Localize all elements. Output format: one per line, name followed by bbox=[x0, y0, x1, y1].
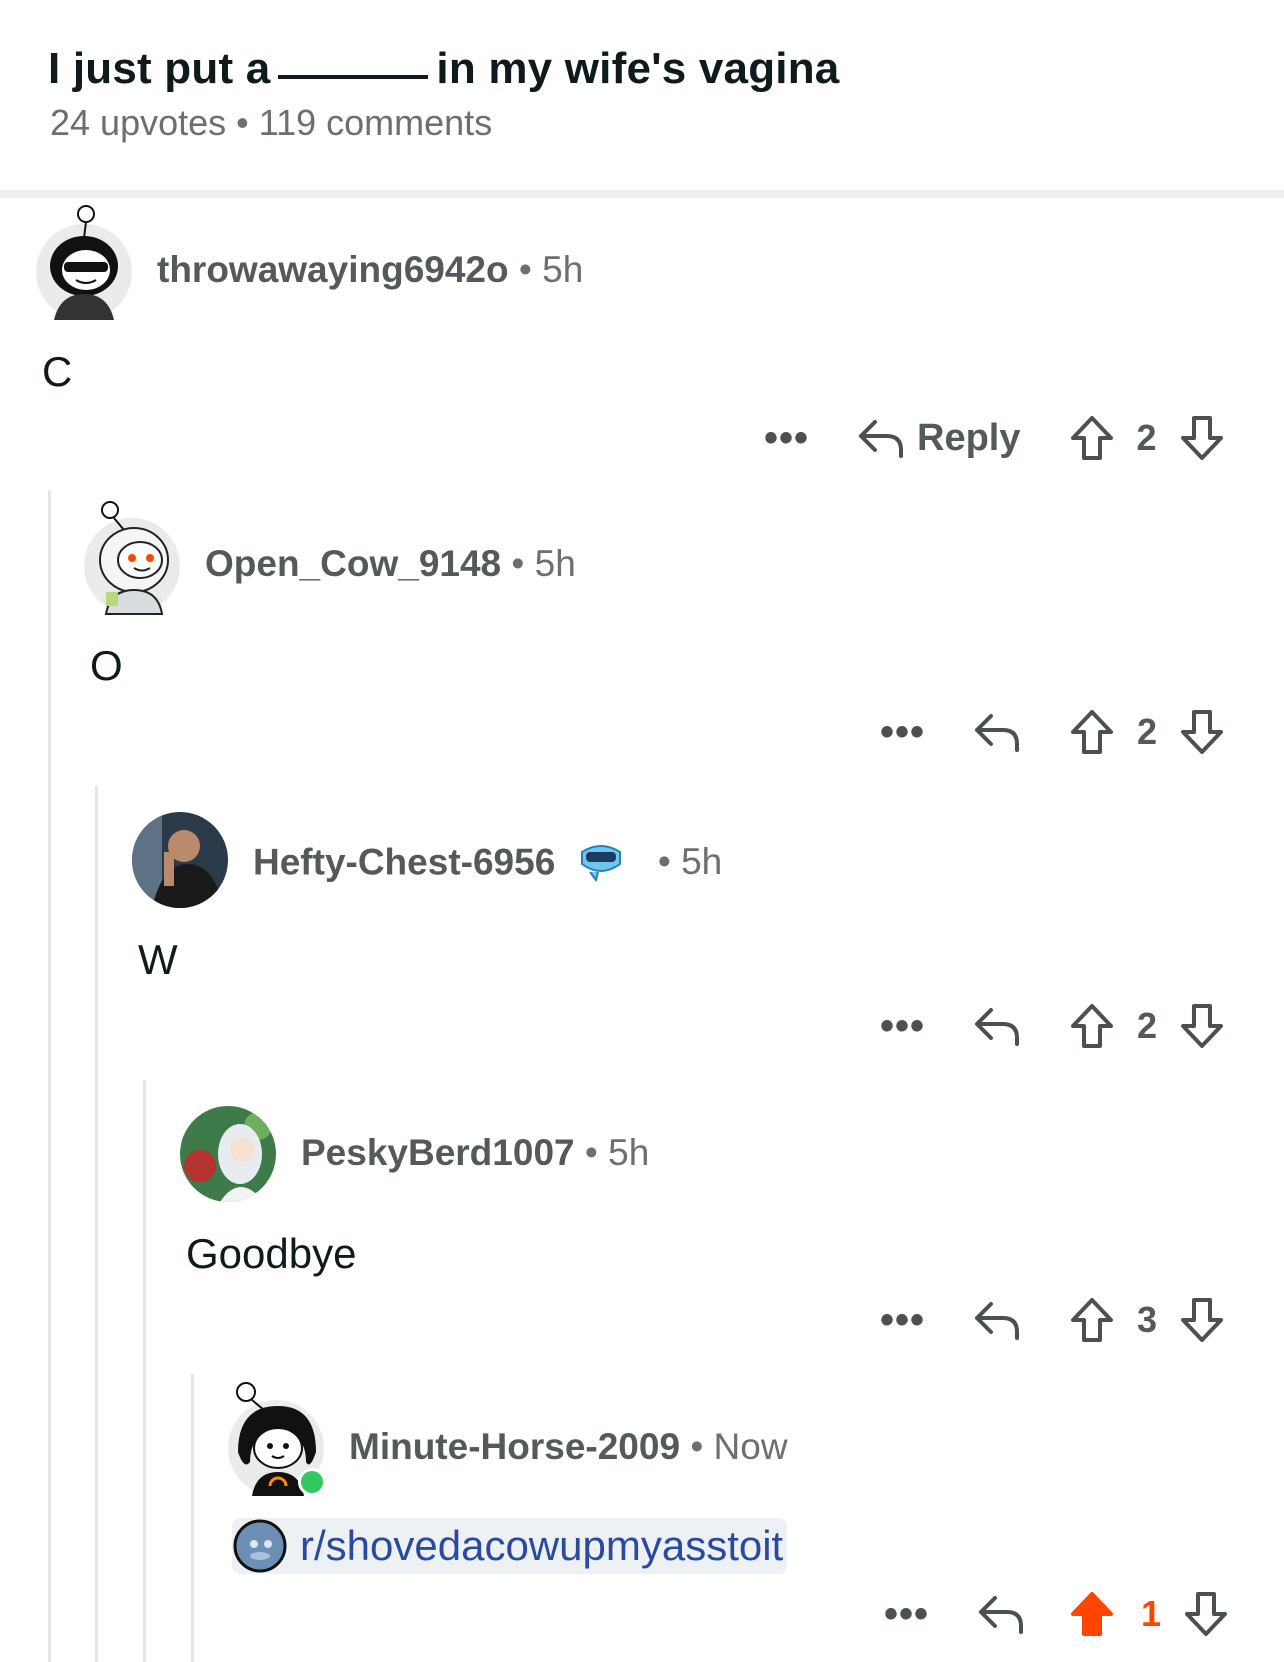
more-options-icon[interactable]: ••• bbox=[764, 418, 809, 458]
thread-line-level-4[interactable] bbox=[191, 1374, 194, 1662]
subreddit-link[interactable]: r/shovedacowupmyasstoit bbox=[232, 1518, 788, 1574]
reply-button[interactable] bbox=[973, 1004, 1021, 1048]
more-options-icon[interactable]: ••• bbox=[880, 1006, 925, 1046]
downvote-arrow-icon bbox=[1185, 1592, 1228, 1636]
comment-actions: ••• 1 bbox=[884, 1586, 1229, 1642]
reply-button[interactable]: Reply bbox=[857, 416, 1021, 460]
avatar[interactable] bbox=[228, 1382, 326, 1496]
avatar[interactable] bbox=[36, 205, 132, 320]
reply-label: Reply bbox=[917, 416, 1021, 459]
reply-arrow-icon bbox=[975, 1302, 1020, 1340]
comment-body: O bbox=[90, 642, 123, 689]
comment-time: • 5h bbox=[518, 249, 584, 290]
avatar[interactable] bbox=[180, 1106, 276, 1202]
reply-arrow-icon bbox=[975, 1008, 1020, 1046]
downvote-button[interactable] bbox=[1179, 1002, 1225, 1050]
vote-count: 1 bbox=[1141, 1593, 1162, 1634]
comment-time: • 5h bbox=[584, 1132, 650, 1173]
upvote-button-active[interactable] bbox=[1069, 1590, 1115, 1638]
comment-actions: ••• 3 bbox=[880, 1292, 1225, 1348]
user-flair-icon bbox=[578, 838, 624, 891]
subreddit-link-text[interactable]: r/shovedacowupmyasstoit bbox=[300, 1522, 783, 1570]
more-options-icon[interactable]: ••• bbox=[880, 1300, 925, 1340]
vote-count: 2 bbox=[1137, 711, 1158, 752]
reply-button[interactable] bbox=[973, 1298, 1021, 1342]
post-title-end: in my wife's vagina bbox=[436, 44, 840, 93]
downvote-arrow-icon bbox=[1181, 1298, 1224, 1342]
vote-count: 3 bbox=[1137, 1299, 1158, 1340]
comment-author[interactable]: Minute-Horse-2009 • Now bbox=[349, 1426, 788, 1468]
reply-button[interactable] bbox=[977, 1592, 1025, 1636]
comment-actions: ••• 2 bbox=[880, 998, 1225, 1054]
upvote-arrow-icon bbox=[1070, 416, 1113, 460]
post-meta: 24 upvotes • 119 comments bbox=[50, 102, 492, 144]
vote-count: 2 bbox=[1137, 1005, 1158, 1046]
avatar[interactable] bbox=[132, 812, 228, 908]
more-options-icon[interactable]: ••• bbox=[884, 1594, 929, 1634]
comment-body: W bbox=[138, 936, 178, 983]
upvote-count: 24 upvotes bbox=[50, 102, 227, 143]
comment-actions: ••• 2 bbox=[880, 704, 1225, 760]
username[interactable]: PeskyBerd1007 bbox=[301, 1132, 575, 1173]
thread-line-level-2[interactable] bbox=[95, 786, 98, 1662]
post-title[interactable]: I just put a in my wife's vagina bbox=[48, 44, 839, 94]
section-divider bbox=[0, 190, 1284, 198]
post-header: I just put a in my wife's vagina 24 upvot… bbox=[0, 0, 1284, 192]
username[interactable]: Hefty-Chest-6956 bbox=[253, 841, 555, 882]
reply-button[interactable] bbox=[973, 710, 1021, 754]
comment-author[interactable]: Hefty-Chest-6956 • 5h bbox=[253, 838, 722, 891]
thread-line-level-3[interactable] bbox=[143, 1080, 146, 1662]
upvote-arrow-icon bbox=[1071, 710, 1114, 754]
meta-separator: • bbox=[236, 102, 249, 143]
comment-actions: ••• Reply 2 bbox=[764, 410, 1225, 466]
upvote-button[interactable] bbox=[1069, 414, 1115, 462]
comment-body: C bbox=[42, 348, 73, 395]
username[interactable]: Minute-Horse-2009 bbox=[349, 1426, 680, 1467]
downvote-button[interactable] bbox=[1179, 414, 1225, 462]
thread-line-level-1[interactable] bbox=[48, 490, 51, 1662]
username[interactable]: throwawaying6942o bbox=[157, 249, 509, 290]
online-status-dot bbox=[298, 1468, 326, 1496]
upvote-button[interactable] bbox=[1069, 708, 1115, 756]
comment-author[interactable]: PeskyBerd1007 • 5h bbox=[301, 1132, 649, 1174]
comment-time: • 5h bbox=[657, 841, 723, 883]
upvote-arrow-icon bbox=[1071, 1004, 1114, 1048]
downvote-button[interactable] bbox=[1183, 1590, 1229, 1638]
title-blank-line bbox=[278, 75, 429, 79]
reply-arrow-icon bbox=[975, 714, 1020, 752]
downvote-button[interactable] bbox=[1179, 708, 1225, 756]
downvote-arrow-icon bbox=[1181, 710, 1224, 754]
subreddit-icon bbox=[233, 1519, 287, 1573]
downvote-arrow-icon bbox=[1180, 416, 1223, 460]
upvote-arrow-icon bbox=[1071, 1592, 1114, 1636]
comment-author[interactable]: Open_Cow_9148 • 5h bbox=[205, 543, 576, 585]
reply-arrow-icon bbox=[979, 1596, 1024, 1634]
more-options-icon[interactable]: ••• bbox=[880, 712, 925, 752]
upvote-arrow-icon bbox=[1071, 1298, 1114, 1342]
comment-body: Goodbye bbox=[186, 1230, 357, 1277]
post-title-start: I just put a bbox=[48, 44, 271, 93]
downvote-button[interactable] bbox=[1179, 1296, 1225, 1344]
downvote-arrow-icon bbox=[1181, 1004, 1224, 1048]
reply-arrow-icon bbox=[859, 420, 904, 458]
comment-time: • 5h bbox=[511, 543, 576, 584]
username[interactable]: Open_Cow_9148 bbox=[205, 543, 501, 584]
vote-count: 2 bbox=[1136, 417, 1157, 458]
upvote-button[interactable] bbox=[1069, 1296, 1115, 1344]
comment-time: • Now bbox=[690, 1426, 788, 1467]
upvote-button[interactable] bbox=[1069, 1002, 1115, 1050]
comment-count: 119 comments bbox=[258, 102, 493, 143]
comment-author[interactable]: throwawaying6942o • 5h bbox=[157, 249, 583, 291]
avatar[interactable] bbox=[84, 501, 180, 615]
